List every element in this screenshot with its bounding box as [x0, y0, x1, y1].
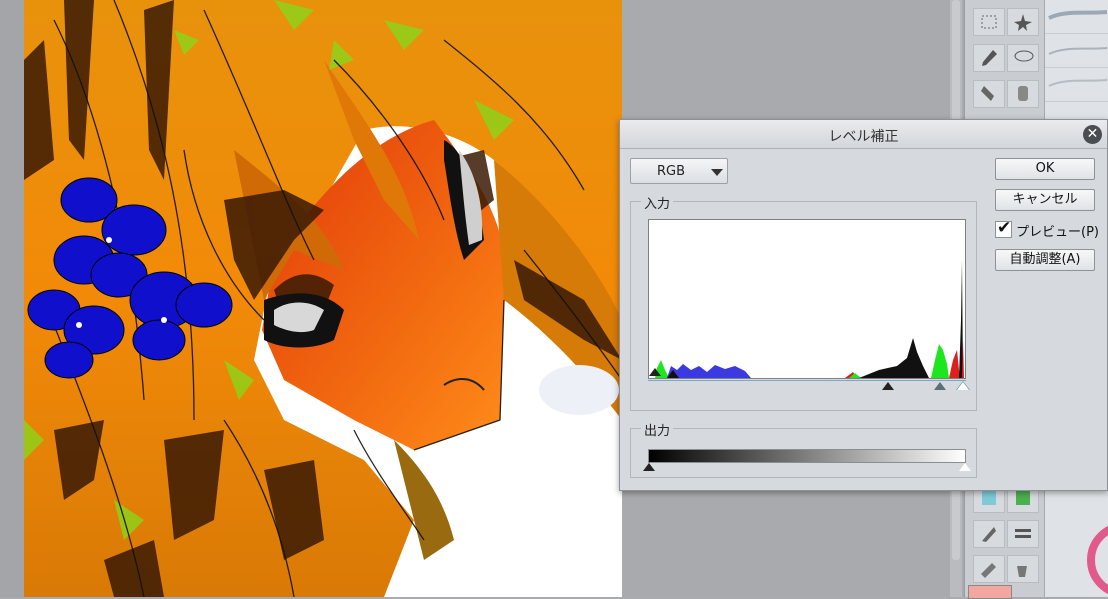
- output-white-handle[interactable]: [959, 463, 971, 471]
- eraser-tool-button[interactable]: [1007, 80, 1039, 108]
- auto-select-tool-button[interactable]: [1007, 8, 1039, 36]
- preview-checkbox[interactable]: ✔: [995, 218, 1012, 238]
- canvas-left-margin: [0, 0, 24, 597]
- close-icon[interactable]: ✕: [1083, 125, 1102, 144]
- output-group-label: 出力: [641, 420, 674, 439]
- brush-stroke-preview[interactable]: [1045, 0, 1108, 34]
- cancel-button[interactable]: キャンセル: [995, 189, 1095, 211]
- fill-tool-button[interactable]: [1007, 555, 1039, 583]
- auto-adjust-button[interactable]: 自動調整(A): [995, 249, 1095, 271]
- eyedropper-tool-button[interactable]: [973, 44, 1005, 72]
- text-tool-button[interactable]: [973, 555, 1005, 583]
- fill-bucket-icon: [1017, 566, 1027, 577]
- input-white-point-handle-fill: [957, 382, 969, 390]
- input-slider-track[interactable]: [648, 380, 966, 381]
- color-wheel-icon: [1087, 526, 1108, 594]
- checkmark-icon: ✔: [997, 218, 1012, 238]
- brush-stroke-icon: [1048, 79, 1108, 87]
- input-group-label: 入力: [641, 193, 674, 212]
- dialog-titlebar[interactable]: レベル補正 ✕: [620, 120, 1107, 149]
- chevron-down-icon: [711, 169, 723, 176]
- preview-label: プレビュー(P): [1016, 225, 1099, 240]
- output-gradient-bar[interactable]: [648, 449, 966, 463]
- input-group: 入力: [630, 193, 977, 411]
- level-correction-dialog: レベル補正 ✕ RGB 入力 出力 OK キャンセル ✔ プレビュー(P) 自動…: [619, 119, 1108, 491]
- brush-stroke-preview[interactable]: [1045, 68, 1108, 102]
- frame-icon: [1015, 529, 1031, 538]
- input-midtone-handle[interactable]: [934, 382, 946, 390]
- preview-checkbox-row[interactable]: ✔ プレビュー(P): [995, 218, 1100, 241]
- pen-tool-button[interactable]: [973, 80, 1005, 108]
- histogram: [648, 219, 966, 379]
- selection-tool-button[interactable]: [973, 8, 1005, 36]
- channel-select-value: RGB: [657, 164, 686, 179]
- frame-tool-button[interactable]: [1007, 520, 1039, 548]
- eyedropper-icon: [982, 50, 997, 66]
- brush-stroke-preview[interactable]: [1045, 34, 1108, 68]
- eraser-icon: [1018, 86, 1028, 101]
- marquee-icon: [981, 15, 997, 29]
- input-black-point-handle[interactable]: [882, 382, 894, 390]
- histogram-plot: [655, 260, 964, 378]
- balloon-icon: [981, 563, 996, 578]
- output-black-handle[interactable]: [643, 463, 655, 471]
- artwork-illustration: [24, 0, 622, 597]
- dialog-title: レベル補正: [828, 129, 899, 145]
- figure-tool-button[interactable]: [973, 520, 1005, 548]
- output-group: 出力: [630, 420, 977, 478]
- ruler-icon: [982, 527, 996, 542]
- ok-button[interactable]: OK: [995, 158, 1095, 180]
- workspace: レベル補正 ✕ RGB 入力 出力 OK キャンセル ✔ プレビュー(P) 自動…: [0, 0, 1108, 599]
- channel-select[interactable]: RGB: [630, 158, 728, 184]
- lasso-icon: [1014, 50, 1034, 62]
- lasso-tool-button[interactable]: [1007, 44, 1039, 72]
- brush-stroke-icon: [1048, 47, 1108, 55]
- brush-stroke-icon: [1048, 10, 1108, 20]
- magic-wand-icon: [1014, 14, 1032, 31]
- pen-icon: [981, 86, 994, 101]
- drawing-canvas[interactable]: [24, 0, 622, 597]
- input-black-point-handle[interactable]: [649, 368, 661, 376]
